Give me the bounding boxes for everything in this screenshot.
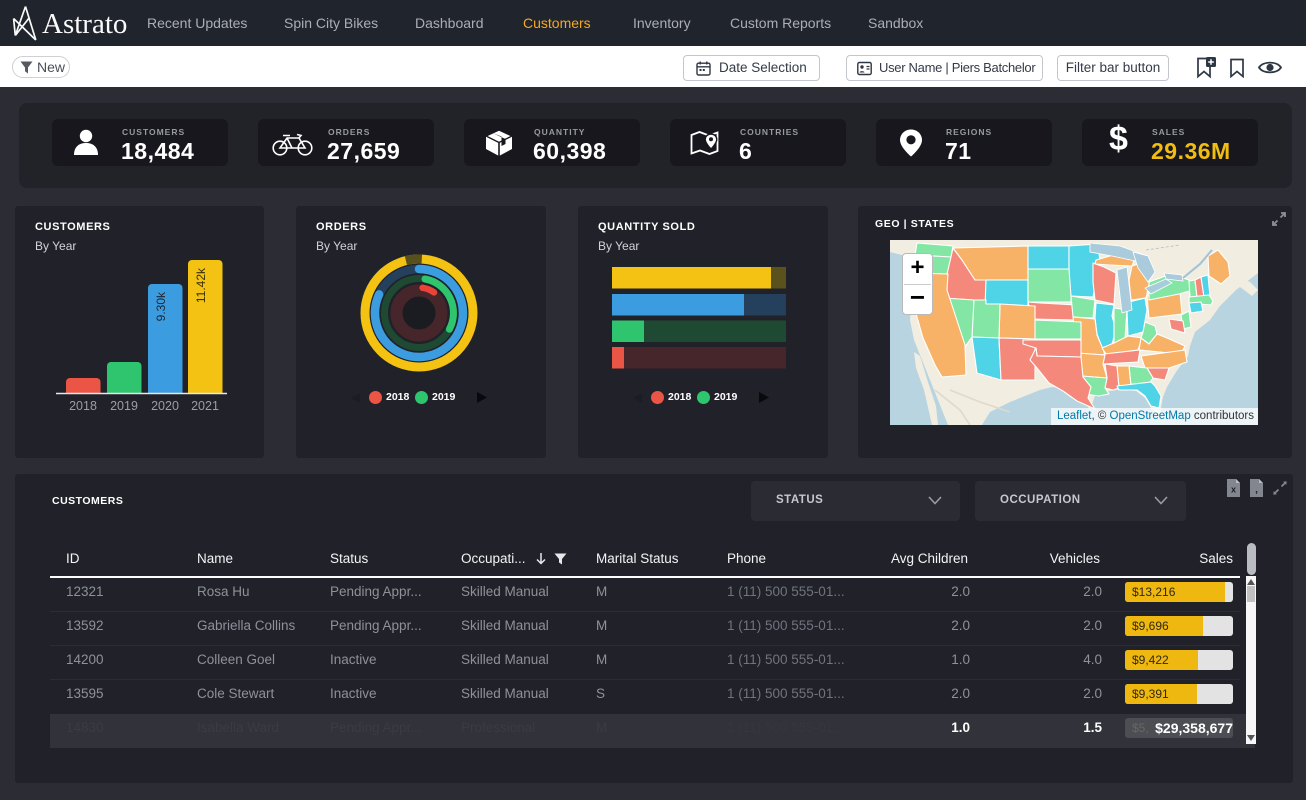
svg-text:9.30k: 9.30k <box>154 291 168 321</box>
svg-text:11.42k: 11.42k <box>194 267 208 303</box>
svg-text:x: x <box>1231 485 1236 495</box>
svg-text:2021: 2021 <box>191 399 219 413</box>
svg-text:,: , <box>1255 485 1258 496</box>
svg-text:2020: 2020 <box>151 399 179 413</box>
svg-text:2019: 2019 <box>110 399 138 413</box>
svg-text:2018: 2018 <box>69 399 97 413</box>
